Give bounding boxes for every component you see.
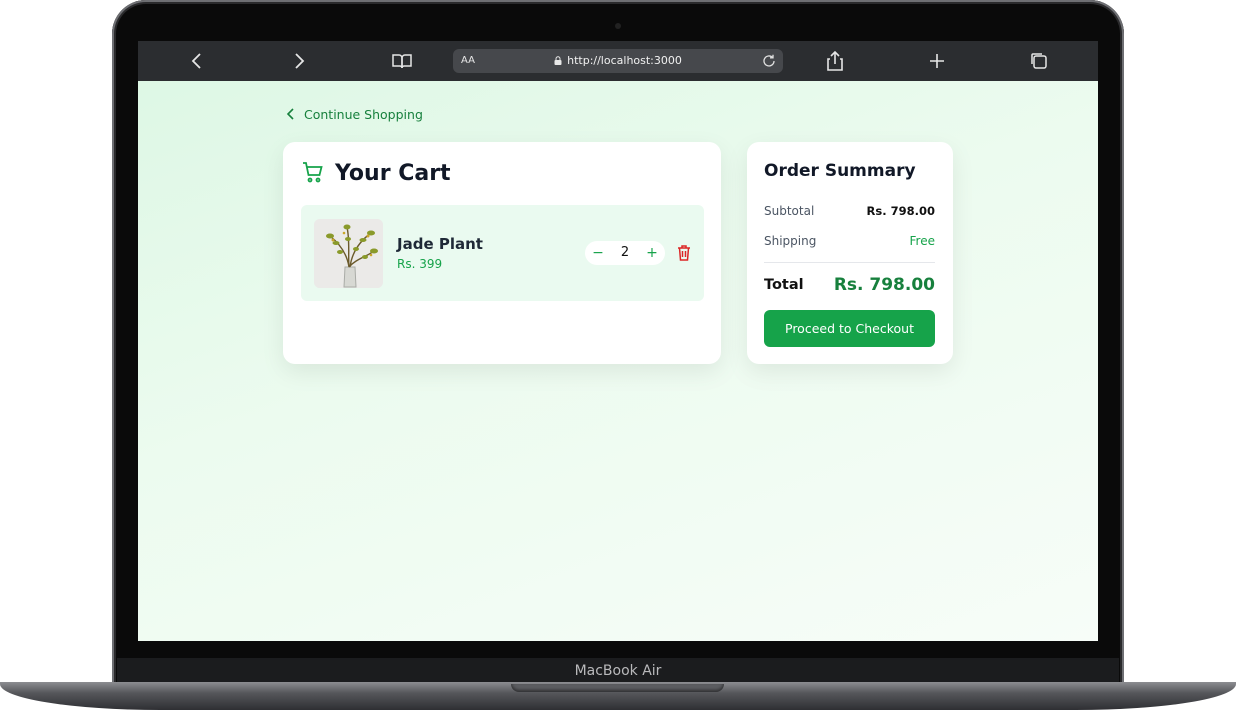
cart-title: Your Cart (335, 161, 451, 186)
total-value: Rs. 798.00 (833, 275, 935, 295)
browser-toolbar: AA http://localhost:3000 (138, 41, 1098, 81)
tabs-icon[interactable] (1027, 49, 1051, 73)
order-summary-card: Order Summary Subtotal Rs. 798.00 Shippi… (747, 142, 953, 364)
webcam (615, 23, 621, 29)
cart-header: Your Cart (301, 160, 451, 186)
decrease-quantity-button[interactable]: − (588, 243, 608, 263)
back-icon[interactable] (185, 49, 209, 73)
total-label: Total (764, 277, 804, 293)
summary-divider (764, 262, 935, 263)
lock-icon (554, 56, 562, 65)
continue-shopping-label: Continue Shopping (304, 107, 423, 122)
subtotal-label: Subtotal (764, 204, 815, 218)
forward-icon[interactable] (287, 49, 311, 73)
subtotal-value: Rs. 798.00 (866, 204, 935, 218)
shopping-cart-icon (301, 160, 325, 184)
continue-shopping-link[interactable]: Continue Shopping (286, 107, 423, 122)
product-image (314, 219, 383, 288)
laptop-bezel-bottom: MacBook Air (117, 658, 1119, 685)
increase-quantity-button[interactable]: + (642, 243, 662, 263)
shipping-row: Shipping Free (764, 234, 935, 248)
chevron-left-icon (286, 108, 294, 120)
cart-card: Your Cart Jade Plant Rs. 399 − 2 + (283, 142, 721, 364)
order-summary-title: Order Summary (764, 161, 916, 181)
product-name: Jade Plant (397, 235, 483, 253)
new-tab-icon[interactable] (925, 49, 949, 73)
shipping-label: Shipping (764, 234, 817, 248)
device-brand-label: MacBook Air (574, 663, 662, 679)
proceed-to-checkout-button[interactable]: Proceed to Checkout (764, 310, 935, 347)
browser-window: AA http://localhost:3000 Continue Shoppi… (138, 41, 1098, 641)
cart-item: Jade Plant Rs. 399 − 2 + (301, 205, 704, 301)
address-bar[interactable]: AA http://localhost:3000 (453, 49, 783, 73)
shipping-value: Free (909, 234, 935, 248)
book-icon[interactable] (390, 49, 414, 73)
trash-icon[interactable] (676, 244, 692, 262)
subtotal-row: Subtotal Rs. 798.00 (764, 204, 935, 218)
product-price: Rs. 399 (397, 257, 443, 271)
quantity-stepper: − 2 + (585, 241, 665, 265)
reload-icon[interactable] (761, 53, 777, 69)
share-icon[interactable] (823, 49, 847, 73)
laptop-hinge-notch (511, 684, 724, 692)
quantity-value: 2 (620, 245, 630, 260)
url-text: http://localhost:3000 (567, 54, 682, 67)
